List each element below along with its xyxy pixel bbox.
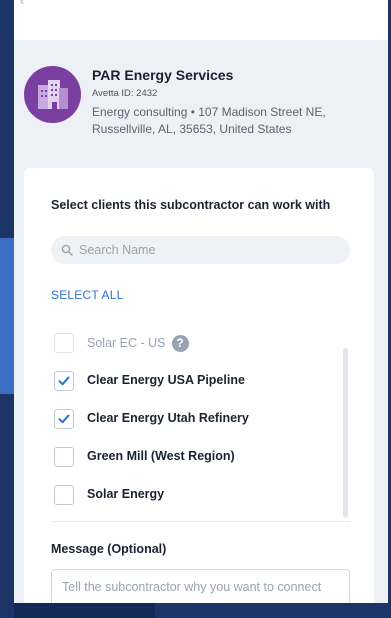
client-item-solar-ec-us[interactable]: Solar EC - US? (51, 333, 331, 355)
client-label: Green Mill (West Region) (87, 449, 235, 463)
checkbox[interactable] (54, 333, 74, 353)
message-textarea[interactable] (51, 569, 350, 603)
select-all-link[interactable]: SELECT ALL (51, 288, 124, 302)
client-label: Clear Energy Utah Refinery (87, 411, 249, 425)
check-icon (58, 414, 70, 424)
company-summary: PAR Energy Services Avetta ID: 2432 Ener… (24, 66, 384, 146)
help-icon[interactable]: ? (171, 335, 189, 352)
search-input[interactable] (79, 236, 339, 264)
client-item-clear-energy-utah-refinery[interactable]: Clear Energy Utah Refinery (51, 409, 331, 431)
search-icon (61, 244, 73, 256)
checkbox[interactable] (54, 447, 74, 467)
checkbox-checked[interactable] (54, 409, 74, 429)
client-list-scrollbar[interactable] (343, 348, 348, 518)
client-label: Solar EC - US (87, 335, 166, 350)
building-icon (24, 66, 81, 123)
client-list: Solar EC - US? Clear Energy USA Pipeline… (51, 326, 353, 518)
client-label: Clear Energy USA Pipeline (87, 373, 245, 387)
back-icon[interactable]: ‹ (20, 0, 24, 8)
client-selection-card: Select clients this subcontractor can wo… (24, 168, 374, 603)
client-selection-heading: Select clients this subcontractor can wo… (51, 198, 331, 212)
checkbox-checked[interactable] (54, 371, 74, 391)
checkbox[interactable] (54, 485, 74, 505)
message-label: Message (Optional) (51, 542, 167, 556)
client-label: Solar Energy (87, 487, 165, 501)
list-divider (51, 521, 350, 522)
check-icon (58, 376, 70, 386)
backdrop-highlight (0, 238, 14, 394)
backdrop-strip (14, 603, 155, 618)
avetta-id: Avetta ID: 2432 (92, 88, 158, 99)
client-item-solar-energy[interactable]: Solar Energy (51, 485, 331, 507)
company-name: PAR Energy Services (92, 67, 234, 83)
panel-header: ‹ (14, 0, 388, 40)
connect-panel: ‹ PAR Energy Services Avetta ID: 2432 En… (14, 0, 388, 603)
search-field[interactable] (51, 236, 350, 264)
company-description: Energy consulting • 107 Madison Street N… (92, 105, 326, 136)
client-item-green-mill-west-region[interactable]: Green Mill (West Region) (51, 447, 331, 469)
client-item-clear-energy-usa-pipeline[interactable]: Clear Energy USA Pipeline (51, 371, 331, 393)
